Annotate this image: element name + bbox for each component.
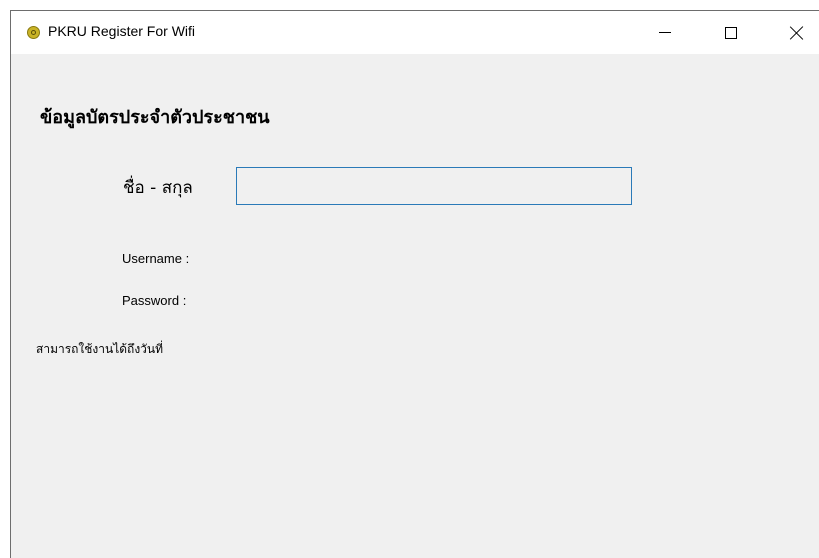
minimize-button[interactable] xyxy=(642,11,688,54)
minimize-icon xyxy=(659,32,671,33)
full-name-input[interactable] xyxy=(236,167,632,205)
close-icon xyxy=(790,26,804,40)
password-label: Password : xyxy=(122,293,187,308)
close-button[interactable] xyxy=(774,11,819,54)
expiry-date-label: สามารถใช้งานได้ถึงวันที่ xyxy=(36,342,164,356)
app-window: PKRU Register For Wifi ข้อมูลบัตรประจำตั… xyxy=(10,10,819,558)
maximize-icon xyxy=(725,26,737,39)
title-bar[interactable]: PKRU Register For Wifi xyxy=(11,11,819,54)
maximize-button[interactable] xyxy=(708,11,754,54)
section-heading: ข้อมูลบัตรประจำตัวประชาชน xyxy=(40,107,270,128)
window-title: PKRU Register For Wifi xyxy=(48,23,196,39)
wifi-app-icon xyxy=(27,26,40,39)
username-label: Username : xyxy=(122,251,190,266)
full-name-label: ชื่อ - สกุล xyxy=(123,178,193,198)
